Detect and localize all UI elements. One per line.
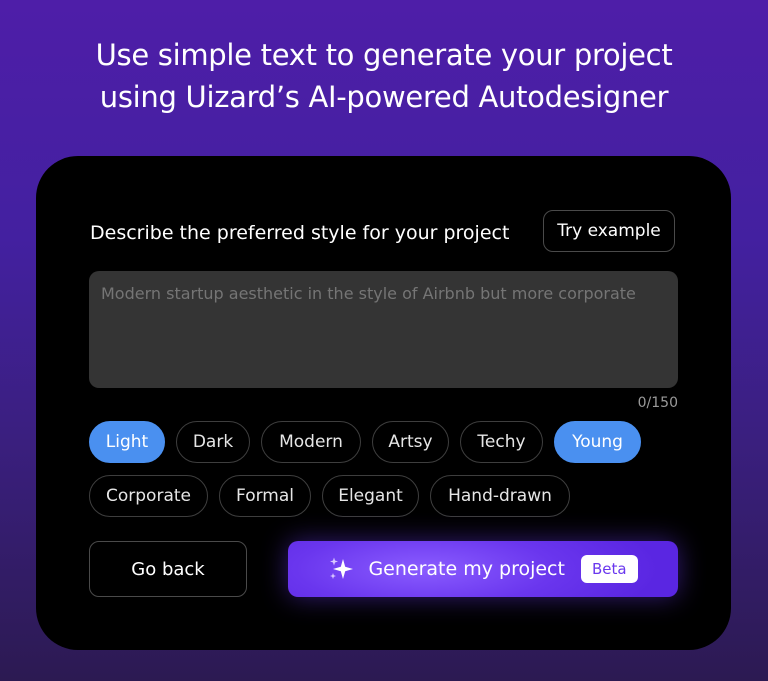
character-counter: 0/150 xyxy=(637,395,678,411)
prompt-label: Describe the preferred style for your pr… xyxy=(90,222,510,244)
chip-dark[interactable]: Dark xyxy=(176,421,250,463)
chip-elegant[interactable]: Elegant xyxy=(322,475,419,517)
go-back-button[interactable]: Go back xyxy=(89,541,247,597)
chip-formal[interactable]: Formal xyxy=(219,475,311,517)
beta-badge: Beta xyxy=(580,555,638,583)
style-description-input[interactable] xyxy=(89,271,678,388)
headline-line-1: Use simple text to generate your project xyxy=(95,38,673,72)
chip-corporate[interactable]: Corporate xyxy=(89,475,208,517)
chip-light[interactable]: Light xyxy=(89,421,165,463)
try-example-button[interactable]: Try example xyxy=(543,210,675,252)
headline-line-2: using Uizard’s AI-powered Autodesigner xyxy=(99,80,669,114)
chip-hand-drawn[interactable]: Hand-drawn xyxy=(430,475,570,517)
headline: Use simple text to generate your project… xyxy=(0,34,768,118)
generate-project-button[interactable]: Generate my project Beta xyxy=(288,541,678,597)
chip-modern[interactable]: Modern xyxy=(261,421,361,463)
chip-young[interactable]: Young xyxy=(554,421,641,463)
chip-artsy[interactable]: Artsy xyxy=(372,421,449,463)
generate-project-label: Generate my project xyxy=(368,558,565,580)
sparkle-icon xyxy=(330,557,354,579)
style-prompt-card: Describe the preferred style for your pr… xyxy=(36,156,731,650)
chip-techy[interactable]: Techy xyxy=(460,421,543,463)
